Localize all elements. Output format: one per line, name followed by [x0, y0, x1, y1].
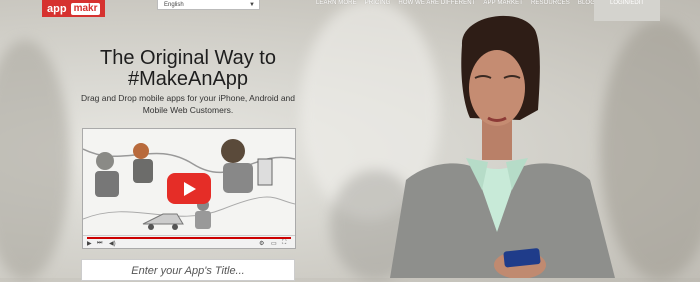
- woman-with-phone-photo: [390, 15, 615, 278]
- subtitle-line-2: Mobile Web Customers.: [142, 105, 234, 115]
- play-icon[interactable]: ▶: [87, 240, 92, 247]
- headline-line-1: The Original Way to: [100, 47, 276, 69]
- video-controls: ▶ ⏭ ◀) ⚙ ▭ ⛶: [83, 235, 295, 248]
- nav-learn-more[interactable]: LEARN MORE: [312, 0, 361, 6]
- headline-hashtag: #MakeAnApp: [127, 68, 249, 90]
- hero-subtitle: Drag and Drop mobile apps for your iPhon…: [70, 92, 306, 116]
- subtitle-line-1: Drag and Drop mobile apps for your iPhon…: [80, 93, 296, 103]
- volume-icon[interactable]: ◀): [109, 240, 116, 247]
- language-value: English: [164, 2, 184, 8]
- settings-icon[interactable]: ⚙: [259, 240, 264, 247]
- promo-video[interactable]: ▶ ⏭ ◀) ⚙ ▭ ⛶: [82, 128, 296, 249]
- captions-icon[interactable]: ▭: [271, 240, 277, 247]
- next-icon[interactable]: ⏭: [97, 240, 102, 247]
- logo-text-app: app: [47, 2, 67, 15]
- play-button[interactable]: [167, 173, 211, 204]
- video-progress-bar[interactable]: [87, 237, 291, 239]
- fullscreen-icon[interactable]: ⛶: [282, 240, 286, 247]
- logo-text-makr: makr: [70, 2, 101, 15]
- language-select[interactable]: English ▼: [157, 0, 260, 10]
- appmakr-logo[interactable]: app makr: [42, 0, 106, 17]
- chevron-down-icon: ▼: [249, 2, 255, 8]
- hero-headline: The Original Way to #MakeAnApp: [70, 48, 306, 90]
